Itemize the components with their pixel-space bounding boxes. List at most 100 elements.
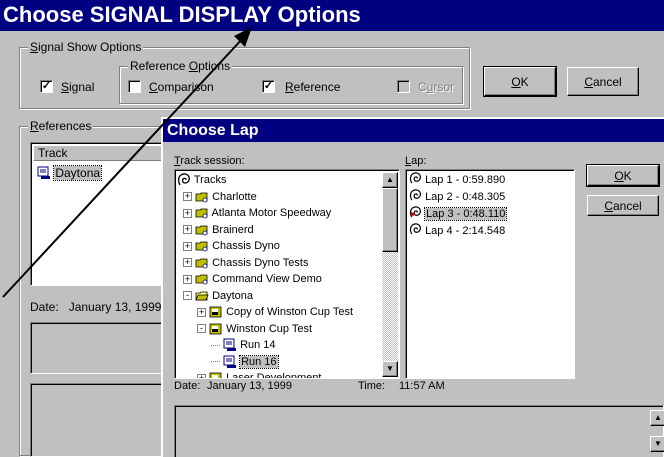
- notes-scroll-up-button[interactable]: ▲: [650, 410, 664, 426]
- notes-scroll-down-button[interactable]: ▼: [650, 436, 664, 452]
- tree-item-label: Chassis Dyno: [212, 240, 280, 252]
- run-icon: [223, 338, 237, 352]
- signal-show-options-label: Signal Show Options: [28, 40, 144, 54]
- comparison-checkbox[interactable]: [128, 80, 141, 93]
- lap-item-label: Lap 1 - 0:59.890: [425, 174, 506, 186]
- main-window-title: Choose SIGNAL DISPLAY Options: [0, 0, 664, 31]
- track-session-label: Track session:: [174, 155, 245, 167]
- tree-item-label: Laser Development: [226, 372, 322, 379]
- choose-lap-dialog: Choose Lap Track session: Lap: Tracks + C…: [161, 117, 664, 457]
- references-label: References: [28, 119, 94, 133]
- main-info-panel-2: [30, 383, 170, 457]
- tree-item-label: Tracks: [193, 174, 227, 186]
- lap-list-item[interactable]: Lap 3 - 0:48.110: [409, 206, 508, 222]
- tree-item[interactable]: + Chassis Dyno Tests: [183, 255, 308, 271]
- test-icon: [209, 306, 223, 318]
- reference-checkbox[interactable]: ✓: [262, 80, 275, 93]
- lap-icon: [409, 223, 422, 239]
- tree-item-label: Daytona: [212, 289, 254, 302]
- tracks-icon: [177, 173, 191, 186]
- run-icon: [223, 355, 237, 368]
- tree-item-label: Atlanta Motor Speedway: [211, 207, 332, 219]
- lap-icon: [409, 189, 422, 205]
- tree-item[interactable]: + Chassis Dyno: [183, 238, 280, 254]
- tree-item[interactable]: + Command View Demo: [183, 271, 322, 287]
- expand-icon[interactable]: +: [183, 274, 192, 284]
- tree-item[interactable]: Run 14: [211, 337, 276, 353]
- main-info-panel-1: [30, 322, 170, 374]
- tree-item[interactable]: + Copy of Winston Cup Test: [197, 304, 353, 320]
- comparison-checkbox-label[interactable]: Comparison: [149, 80, 214, 94]
- tree-scroll-thumb[interactable]: [382, 188, 398, 252]
- tree-item[interactable]: + Atlanta Motor Speedway: [183, 205, 331, 221]
- reference-options-label: Reference Options: [128, 59, 233, 73]
- references-list-item[interactable]: Daytona: [37, 165, 103, 181]
- tree-item-label: Brainerd: [212, 223, 254, 236]
- dialog-notes-area[interactable]: ▲ ▼: [174, 405, 664, 457]
- lap-list[interactable]: Lap 1 - 0:59.890 Lap 2 - 0:48.305 Lap 3 …: [405, 169, 575, 379]
- tree-item-label: Run 14: [240, 339, 276, 351]
- expand-icon[interactable]: +: [197, 307, 206, 317]
- tree-item[interactable]: - Winston Cup Test: [197, 321, 312, 337]
- lap-item-label: Lap 4 - 2:14.548: [425, 225, 506, 237]
- references-list[interactable]: Track Daytona: [30, 142, 170, 286]
- folder-icon: [195, 273, 209, 285]
- tree-item[interactable]: + Laser Development: [197, 370, 322, 379]
- tree-item[interactable]: Run 16: [211, 354, 279, 370]
- dialog-date-label: Date:: [174, 380, 201, 392]
- tree-item-label: Winston Cup Test: [226, 322, 313, 335]
- expand-icon[interactable]: +: [183, 208, 192, 218]
- cursor-checkbox-label[interactable]: Cursor: [418, 80, 454, 94]
- lap-list-item[interactable]: Lap 2 - 0:48.305: [409, 189, 505, 204]
- tree-item[interactable]: + Brainerd: [183, 222, 254, 238]
- test-icon: [209, 372, 223, 378]
- lap-list-item[interactable]: Lap 1 - 0:59.890: [409, 172, 505, 187]
- dialog-date-value: January 13, 1999: [207, 380, 293, 392]
- lap-label: Lap:: [405, 155, 427, 167]
- signal-checkbox-label[interactable]: Signal: [61, 80, 94, 94]
- test-icon: [209, 323, 223, 335]
- main-ok-button[interactable]: OK: [483, 66, 557, 97]
- tree-item[interactable]: - Daytona: [183, 288, 253, 304]
- tree-scroll-up-button[interactable]: ▲: [382, 172, 398, 188]
- folder-icon: [195, 224, 209, 236]
- choose-lap-title: Choose Lap: [163, 119, 664, 142]
- tree-scroll-down-button[interactable]: ▼: [382, 361, 398, 377]
- dialog-time-value: 11:57 AM: [399, 380, 445, 392]
- tree-item-label: Charlotte: [212, 190, 257, 203]
- expand-icon[interactable]: +: [183, 241, 192, 251]
- folder-icon: [195, 240, 209, 252]
- tree-item-label: Run 16: [239, 354, 279, 369]
- references-column-header-track[interactable]: Track: [33, 145, 167, 161]
- folder-icon: [195, 257, 209, 269]
- signal-checkbox[interactable]: ✓: [40, 80, 53, 93]
- main-cancel-button[interactable]: Cancel: [567, 67, 639, 96]
- expand-icon[interactable]: +: [183, 192, 192, 202]
- reference-checkbox-label[interactable]: Reference: [285, 80, 340, 94]
- lap-icon: [409, 172, 422, 188]
- folder-icon: [195, 191, 209, 203]
- fastest-lap-icon: [409, 206, 422, 222]
- expand-icon[interactable]: +: [183, 258, 192, 268]
- dialog-cancel-button[interactable]: Cancel: [587, 195, 659, 216]
- folder-open-icon: [195, 290, 209, 302]
- tree-item[interactable]: Tracks: [177, 172, 226, 188]
- folder-icon: [195, 207, 209, 219]
- collapse-icon[interactable]: -: [183, 291, 192, 301]
- track-session-tree[interactable]: Tracks + Charlotte + Atlanta Motor Speedwa…: [174, 169, 400, 379]
- tree-item-label: Command View Demo: [212, 273, 322, 285]
- run-icon: [37, 166, 50, 179]
- expand-icon[interactable]: +: [183, 225, 192, 235]
- collapse-icon[interactable]: -: [197, 324, 206, 334]
- lap-item-label: Lap 2 - 0:48.305: [425, 191, 506, 203]
- lap-list-item[interactable]: Lap 4 - 2:14.548: [409, 223, 505, 238]
- references-item-label: Daytona: [53, 165, 103, 181]
- expand-icon[interactable]: +: [197, 373, 206, 378]
- tree-item-label: Copy of Winston Cup Test: [226, 306, 354, 318]
- dialog-time-label: Time:: [358, 380, 386, 392]
- lap-item-label: Lap 3 - 0:48.110: [424, 207, 508, 221]
- cursor-checkbox[interactable]: [397, 80, 410, 93]
- tree-item[interactable]: + Charlotte: [183, 189, 257, 205]
- dialog-ok-button[interactable]: OK: [586, 164, 660, 187]
- tree-item-label: Chassis Dyno Tests: [212, 256, 309, 269]
